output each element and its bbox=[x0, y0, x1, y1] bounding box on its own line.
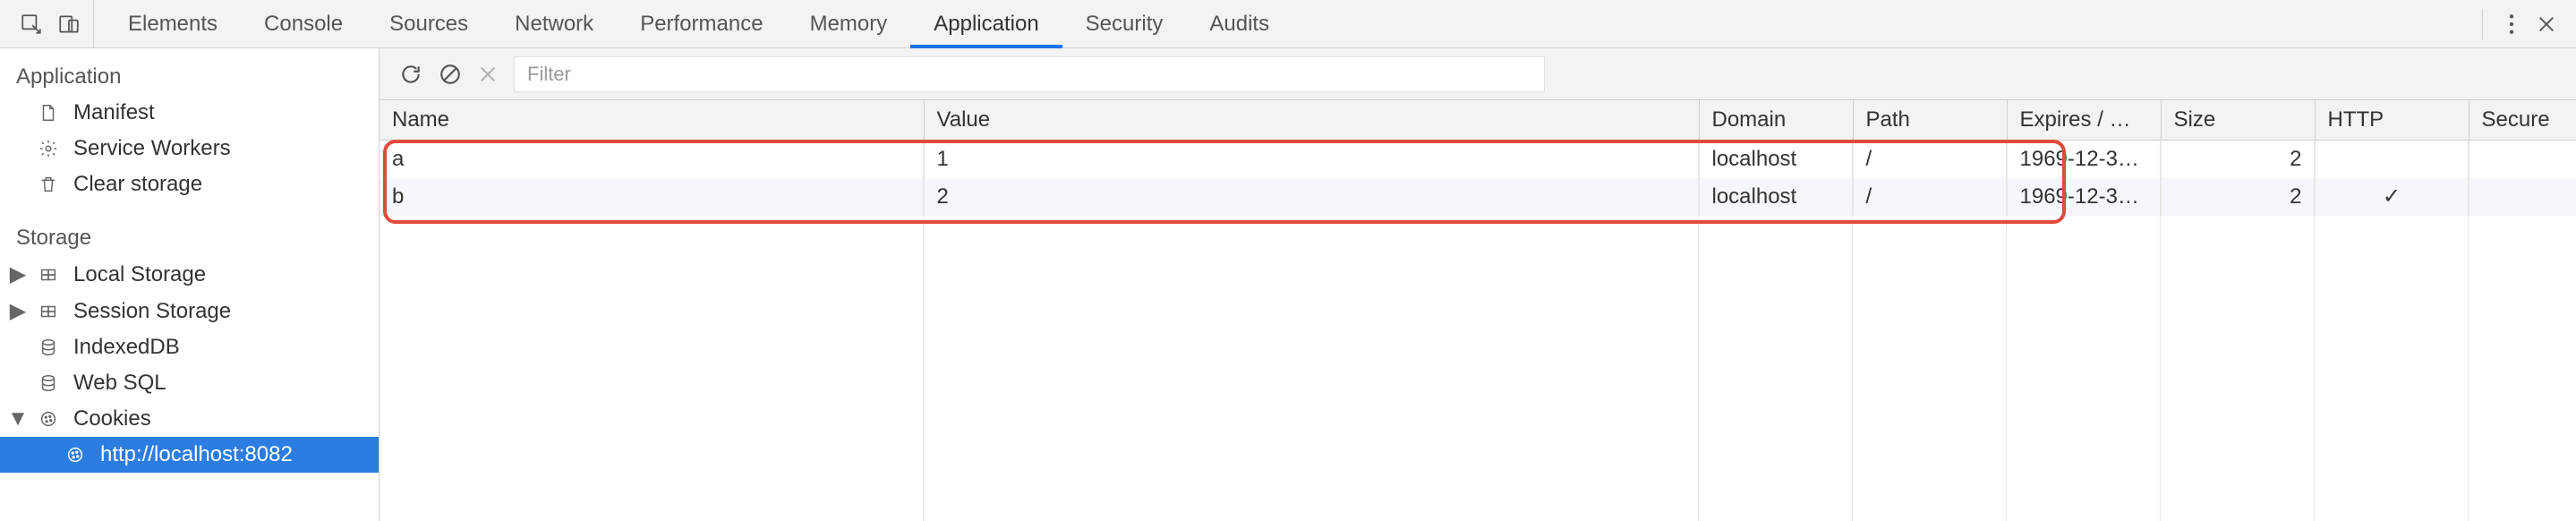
sidebar-item-label: Session Storage bbox=[73, 299, 231, 324]
refresh-icon[interactable] bbox=[399, 63, 422, 86]
sidebar-section-application: Application bbox=[0, 56, 379, 95]
cell-domain[interactable]: localhost bbox=[1699, 178, 1853, 216]
close-devtools-icon[interactable] bbox=[2537, 14, 2556, 34]
table-header-row: Name Value Domain Path Expires / M… Size… bbox=[380, 100, 2576, 141]
sidebar-item-label: Service Workers bbox=[73, 136, 231, 161]
devtools-tabs: Elements Console Sources Network Perform… bbox=[105, 0, 1292, 47]
sidebar-item-local-storage[interactable]: ▶ Local Storage bbox=[0, 256, 379, 293]
cookie-icon bbox=[36, 409, 61, 429]
tab-sources[interactable]: Sources bbox=[366, 0, 491, 47]
table-row[interactable]: a 1 localhost / 1969-12-3… 2 bbox=[380, 141, 2576, 178]
col-path[interactable]: Path bbox=[1853, 100, 2007, 141]
cookies-table-wrap: Name Value Domain Path Expires / M… Size… bbox=[380, 100, 2576, 521]
cell-size[interactable]: 2 bbox=[2161, 141, 2315, 178]
cell-name[interactable]: b bbox=[380, 178, 924, 216]
col-expires[interactable]: Expires / M… bbox=[2007, 100, 2161, 141]
tab-audits[interactable]: Audits bbox=[1186, 0, 1292, 47]
sidebar-item-session-storage[interactable]: ▶ Session Storage bbox=[0, 293, 379, 329]
sidebar-item-manifest[interactable]: Manifest bbox=[0, 95, 379, 131]
col-value[interactable]: Value bbox=[924, 100, 1699, 141]
database-icon bbox=[36, 373, 61, 393]
col-name[interactable]: Name bbox=[380, 100, 924, 141]
cell-http[interactable]: ✓ bbox=[2315, 178, 2469, 216]
sidebar-item-label: http://localhost:8082 bbox=[100, 442, 293, 467]
sidebar-item-web-sql[interactable]: Web SQL bbox=[0, 365, 379, 401]
tab-application[interactable]: Application bbox=[910, 0, 1062, 47]
grid-icon bbox=[36, 302, 61, 321]
trash-icon bbox=[36, 175, 61, 194]
cell-value[interactable]: 1 bbox=[924, 141, 1699, 178]
devtools-tabbar: Elements Console Sources Network Perform… bbox=[0, 0, 2576, 48]
tab-network[interactable]: Network bbox=[491, 0, 617, 47]
sidebar-item-cookie-origin[interactable]: http://localhost:8082 bbox=[0, 437, 379, 473]
application-sidebar: Application Manifest Service Workers Cle… bbox=[0, 48, 380, 521]
toggle-device-toolbar-icon[interactable] bbox=[57, 13, 81, 36]
cell-size[interactable]: 2 bbox=[2161, 178, 2315, 216]
filter-input[interactable] bbox=[527, 63, 1531, 86]
gear-icon bbox=[36, 139, 61, 158]
cell-secure[interactable] bbox=[2469, 141, 2576, 178]
sidebar-item-service-workers[interactable]: Service Workers bbox=[0, 131, 379, 167]
table-row[interactable]: b 2 localhost / 1969-12-3… 2 ✓ bbox=[380, 178, 2576, 216]
col-http[interactable]: HTTP bbox=[2315, 100, 2469, 141]
tabbar-right-tools bbox=[2482, 9, 2569, 39]
sidebar-item-label: Web SQL bbox=[73, 371, 166, 396]
cell-secure[interactable] bbox=[2469, 178, 2576, 216]
divider bbox=[2482, 9, 2483, 39]
chevron-right-icon: ▶ bbox=[11, 261, 25, 287]
tab-memory[interactable]: Memory bbox=[787, 0, 911, 47]
cell-path[interactable]: / bbox=[1853, 141, 2007, 178]
delete-selected-icon[interactable] bbox=[478, 64, 498, 84]
grid-icon bbox=[36, 265, 61, 285]
database-icon bbox=[36, 337, 61, 357]
file-icon bbox=[36, 103, 61, 123]
clear-all-icon[interactable] bbox=[439, 63, 462, 86]
filter-box[interactable] bbox=[514, 56, 1545, 92]
sidebar-item-indexeddb[interactable]: IndexedDB bbox=[0, 329, 379, 365]
sidebar-item-cookies[interactable]: ▼ Cookies bbox=[0, 401, 379, 437]
kebab-menu-icon[interactable] bbox=[2508, 13, 2515, 36]
tab-console[interactable]: Console bbox=[241, 0, 366, 47]
col-domain[interactable]: Domain bbox=[1699, 100, 1853, 141]
cookie-icon bbox=[63, 445, 88, 465]
cell-path[interactable]: / bbox=[1853, 178, 2007, 216]
cell-http[interactable] bbox=[2315, 141, 2469, 178]
sidebar-item-label: Local Storage bbox=[73, 262, 206, 287]
cell-value[interactable]: 2 bbox=[924, 178, 1699, 216]
tab-security[interactable]: Security bbox=[1062, 0, 1187, 47]
cookies-table: Name Value Domain Path Expires / M… Size… bbox=[380, 100, 2576, 216]
sidebar-item-label: IndexedDB bbox=[73, 335, 180, 360]
main-split: Application Manifest Service Workers Cle… bbox=[0, 48, 2576, 521]
chevron-right-icon: ▶ bbox=[11, 298, 25, 324]
tab-performance[interactable]: Performance bbox=[617, 0, 786, 47]
sidebar-item-label: Clear storage bbox=[73, 172, 202, 197]
col-secure[interactable]: Secure bbox=[2469, 100, 2576, 141]
cookies-toolbar bbox=[380, 48, 2576, 100]
tab-elements[interactable]: Elements bbox=[105, 0, 241, 47]
cell-expires[interactable]: 1969-12-3… bbox=[2007, 141, 2161, 178]
sidebar-item-label: Manifest bbox=[73, 100, 155, 125]
sidebar-item-label: Cookies bbox=[73, 406, 151, 431]
cell-expires[interactable]: 1969-12-3… bbox=[2007, 178, 2161, 216]
inspect-element-icon[interactable] bbox=[20, 13, 43, 36]
sidebar-item-clear-storage[interactable]: Clear storage bbox=[0, 167, 379, 202]
chevron-down-icon: ▼ bbox=[11, 406, 25, 431]
cell-name[interactable]: a bbox=[380, 141, 924, 178]
col-size[interactable]: Size bbox=[2161, 100, 2315, 141]
cell-domain[interactable]: localhost bbox=[1699, 141, 1853, 178]
sidebar-section-storage: Storage bbox=[0, 217, 379, 256]
tabbar-left-tools bbox=[7, 0, 94, 47]
cookies-panel: Name Value Domain Path Expires / M… Size… bbox=[380, 48, 2576, 521]
